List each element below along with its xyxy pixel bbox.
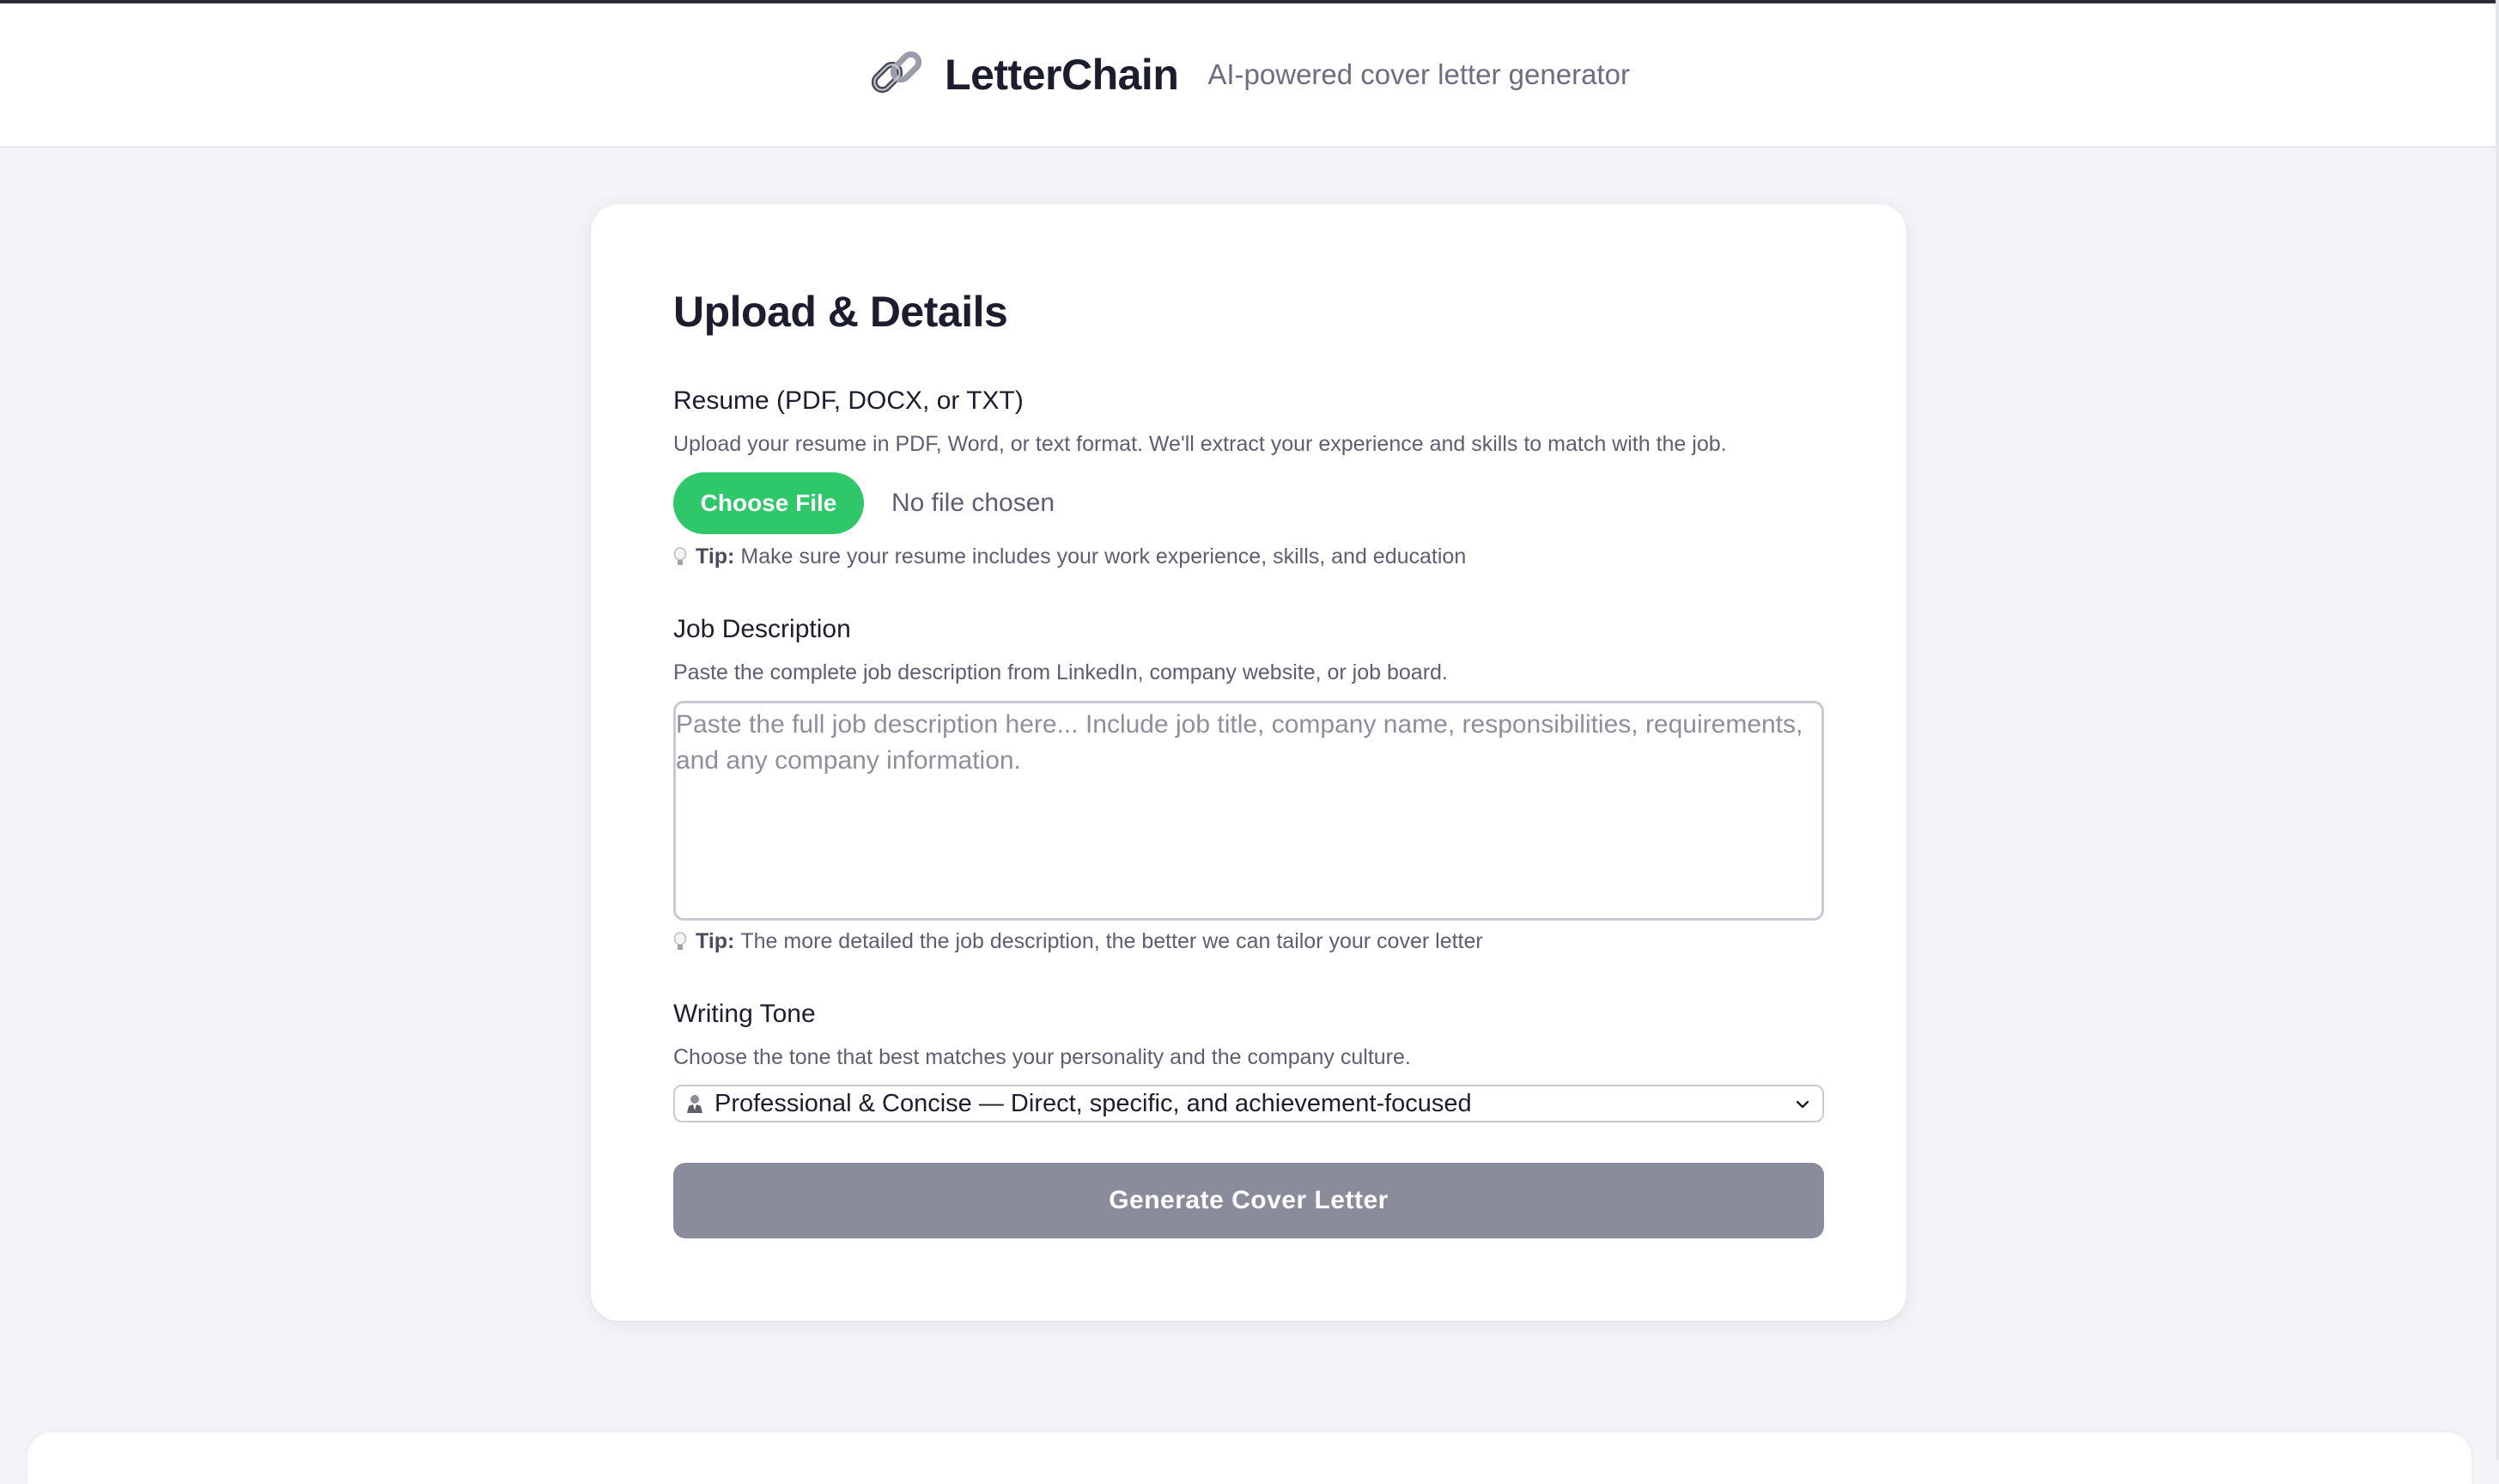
resume-tip: Tip: Make sure your resume includes your… bbox=[673, 544, 1466, 569]
writing-tone-label: Writing Tone bbox=[673, 1000, 816, 1028]
section-title: Upload & Details bbox=[673, 288, 1008, 336]
file-status: No file chosen bbox=[891, 489, 1055, 517]
brand-tagline: AI-powered cover letter generator bbox=[1207, 58, 1630, 90]
job-description-label: Job Description bbox=[673, 615, 851, 643]
results-panel-edge bbox=[27, 1432, 2472, 1484]
tip-text: The more detailed the job description, t… bbox=[740, 929, 1483, 953]
resume-label: Resume (PDF, DOCX, or TXT) bbox=[673, 386, 1024, 415]
lightbulb-icon bbox=[673, 931, 687, 950]
app-header: LetterChain AI-powered cover letter gene… bbox=[0, 3, 2499, 148]
brand-name: LetterChain bbox=[945, 51, 1179, 99]
choose-file-button[interactable]: Choose File bbox=[673, 472, 864, 534]
resume-help-text: Upload your resume in PDF, Word, or text… bbox=[673, 432, 1727, 456]
window-edge bbox=[2496, 0, 2499, 1460]
job-description-textarea[interactable]: Paste the full job description here... I… bbox=[673, 701, 1824, 921]
tip-text: Make sure your resume includes your work… bbox=[740, 544, 1467, 569]
job-description-help-text: Paste the complete job description from … bbox=[673, 660, 1448, 684]
tip-label: Tip: bbox=[696, 929, 735, 953]
job-description-tip: Tip: The more detailed the job descripti… bbox=[673, 929, 1483, 954]
chevron-down-icon bbox=[1796, 1100, 1809, 1109]
upload-details-card: Upload & Details Resume (PDF, DOCX, or T… bbox=[591, 204, 1906, 1321]
brand: LetterChain AI-powered cover letter gene… bbox=[869, 47, 1630, 102]
lightbulb-icon bbox=[673, 546, 687, 565]
writing-tone-help-text: Choose the tone that best matches your p… bbox=[673, 1045, 1411, 1069]
writing-tone-select[interactable]: Professional & Concise — Direct, specifi… bbox=[673, 1085, 1824, 1122]
job-description-placeholder: Paste the full job description here... I… bbox=[676, 710, 1803, 775]
link-chain-icon bbox=[871, 51, 922, 94]
writing-tone-selected-value: Professional & Concise — Direct, specifi… bbox=[714, 1089, 1472, 1117]
person-in-suit-icon bbox=[687, 1095, 702, 1113]
resume-file-input[interactable]: Choose File No file chosen bbox=[673, 472, 1055, 534]
generate-cover-letter-button[interactable]: Generate Cover Letter bbox=[673, 1163, 1824, 1238]
tip-label: Tip: bbox=[696, 544, 735, 569]
